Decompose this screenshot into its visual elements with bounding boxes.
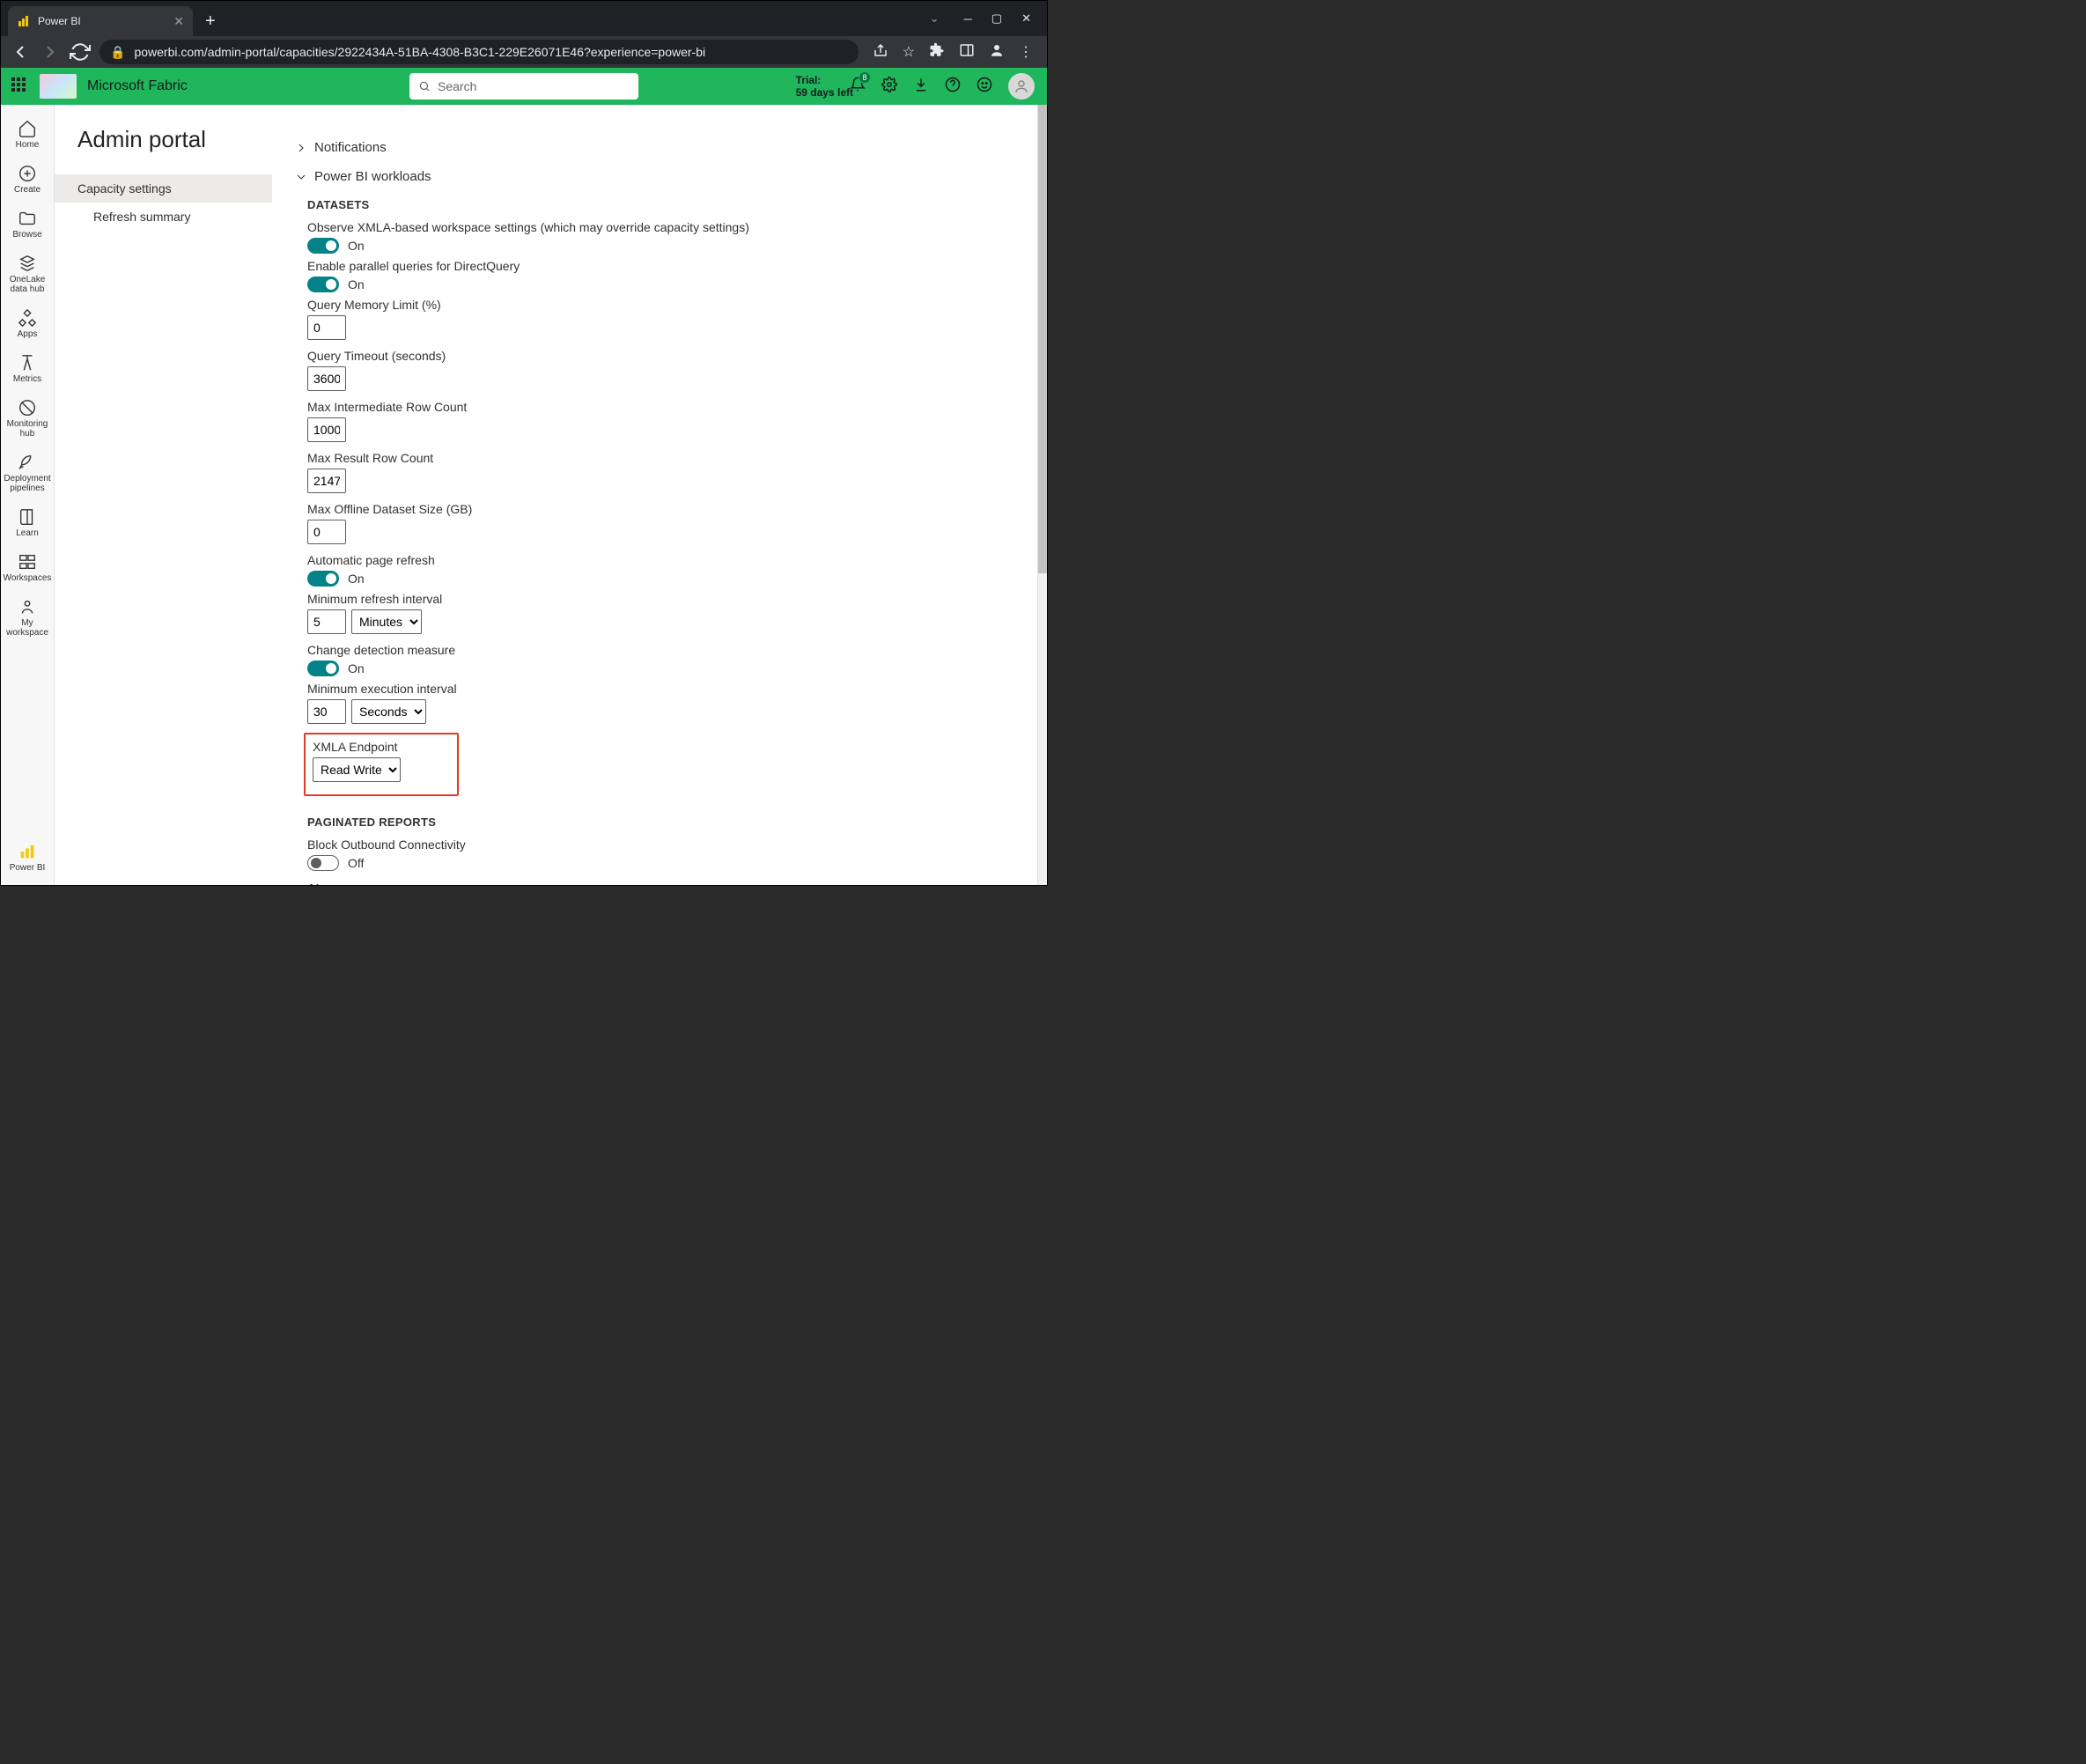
browser-tab[interactable]: Power BI ✕ [8,6,193,36]
sidenav-capacity-settings[interactable]: Capacity settings [55,174,272,203]
download-icon[interactable] [913,77,929,97]
rail-workspaces[interactable]: Workspaces [3,547,52,588]
rail-deploy[interactable]: Deployment pipelines [3,447,52,498]
tab-title: Power BI [38,15,81,27]
close-tab-icon[interactable]: ✕ [173,14,184,29]
rail-create[interactable]: Create [3,159,52,200]
brand-logo [40,74,77,99]
share-icon[interactable] [873,42,888,63]
avatar[interactable] [1008,73,1035,100]
close-window-icon[interactable]: ✕ [1021,11,1031,26]
window-controls: ⌄ ─ ▢ ✕ [914,1,1047,36]
profile-icon[interactable] [989,42,1005,63]
heading-ai: AI [307,882,1029,885]
feedback-icon[interactable] [977,77,992,97]
sidenav-refresh-summary[interactable]: Refresh summary [55,203,272,231]
notifications-icon[interactable]: 8 [850,77,866,97]
input-min-exec[interactable] [307,699,346,724]
select-min-exec-unit[interactable]: Seconds [351,699,426,724]
select-min-refresh-unit[interactable]: Minutes [351,609,422,634]
section-notifications[interactable]: Notifications [297,140,1029,155]
input-query-memory[interactable] [307,315,346,340]
label-block-outbound: Block Outbound Connectivity [307,838,1029,852]
help-icon[interactable] [945,77,961,97]
browser-tabstrip: Power BI ✕ + ⌄ ─ ▢ ✕ [1,1,1047,36]
label-change-detection: Change detection measure [307,643,1029,657]
section-workloads[interactable]: Power BI workloads [297,169,1029,184]
admin-side-nav: Admin portal Capacity settings Refresh s… [55,105,272,885]
url-text: powerbi.com/admin-portal/capacities/2922… [134,45,705,59]
label-query-timeout: Query Timeout (seconds) [307,349,1029,363]
toggle-observe-xmla[interactable] [307,238,339,254]
back-icon[interactable] [10,41,31,63]
bookmark-icon[interactable]: ☆ [903,43,915,61]
powerbi-favicon [17,14,31,28]
page-title: Admin portal [55,126,272,174]
new-tab-button[interactable]: + [193,6,228,36]
label-auto-refresh: Automatic page refresh [307,553,1029,567]
toggle-change-detection[interactable] [307,661,339,676]
toggle-parallel-queries[interactable] [307,277,339,292]
rail-browse[interactable]: Browse [3,203,52,245]
search-input[interactable]: Search [409,73,638,100]
minimize-icon[interactable]: ─ [964,12,972,26]
input-max-result[interactable] [307,469,346,493]
input-min-refresh[interactable] [307,609,346,634]
app-launcher-icon[interactable] [11,77,29,95]
settings-icon[interactable] [881,77,897,97]
vertical-scrollbar[interactable] [1037,105,1047,885]
label-observe-xmla: Observe XMLA-based workspace settings (w… [307,220,1029,234]
input-query-timeout[interactable] [307,366,346,391]
heading-paginated: PAGINATED REPORTS [307,816,1029,829]
rail-myworkspace[interactable]: My workspace [3,592,52,643]
label-parallel-queries: Enable parallel queries for DirectQuery [307,259,1029,273]
sidepanel-icon[interactable] [959,42,975,63]
forward-icon[interactable] [40,41,61,63]
trial-status[interactable]: Trial: 59 days left [796,74,853,100]
rail-metrics[interactable]: Metrics [3,348,52,389]
rail-monitoring[interactable]: Monitoring hub [3,393,52,444]
caret-right-icon [297,144,306,152]
input-max-offline[interactable] [307,520,346,544]
label-xmla-endpoint: XMLA Endpoint [313,740,450,754]
menu-icon[interactable]: ⋮ [1019,43,1033,61]
label-min-refresh: Minimum refresh interval [307,592,1029,606]
extensions-icon[interactable] [929,42,945,63]
left-rail: Home Create Browse OneLake data hub Apps… [1,105,55,885]
rail-home[interactable]: Home [3,114,52,155]
xmla-endpoint-highlight: XMLA Endpoint Read Write [304,733,459,796]
main-panel: Notifications Power BI workloads DATASET… [272,105,1047,885]
maximize-icon[interactable]: ▢ [991,11,1002,26]
rail-apps[interactable]: Apps [3,303,52,344]
toggle-block-outbound[interactable] [307,855,339,871]
select-xmla-endpoint[interactable]: Read Write [313,757,401,782]
toggle-auto-refresh[interactable] [307,571,339,587]
label-max-intermediate: Max Intermediate Row Count [307,400,1029,414]
caret-down-icon [297,173,306,181]
heading-datasets: DATASETS [307,198,1029,211]
rail-onelake[interactable]: OneLake data hub [3,248,52,299]
brand-text: Microsoft Fabric [87,78,188,94]
rail-powerbi[interactable]: Power BI [3,837,52,878]
url-input[interactable]: 🔒 powerbi.com/admin-portal/capacities/29… [100,40,859,64]
label-max-result: Max Result Row Count [307,451,1029,465]
lock-icon: 🔒 [110,45,125,60]
tab-search-icon[interactable]: ⌄ [930,11,940,26]
label-max-offline: Max Offline Dataset Size (GB) [307,502,1029,516]
browser-addressbar: 🔒 powerbi.com/admin-portal/capacities/29… [1,36,1047,68]
reload-icon[interactable] [70,41,91,63]
label-query-memory: Query Memory Limit (%) [307,298,1029,312]
label-min-exec: Minimum execution interval [307,682,1029,696]
search-placeholder: Search [438,79,476,93]
app-topbar: Microsoft Fabric Search Trial: 59 days l… [1,68,1047,105]
rail-learn[interactable]: Learn [3,502,52,543]
notification-badge: 8 [859,71,871,84]
input-max-intermediate[interactable] [307,417,346,442]
